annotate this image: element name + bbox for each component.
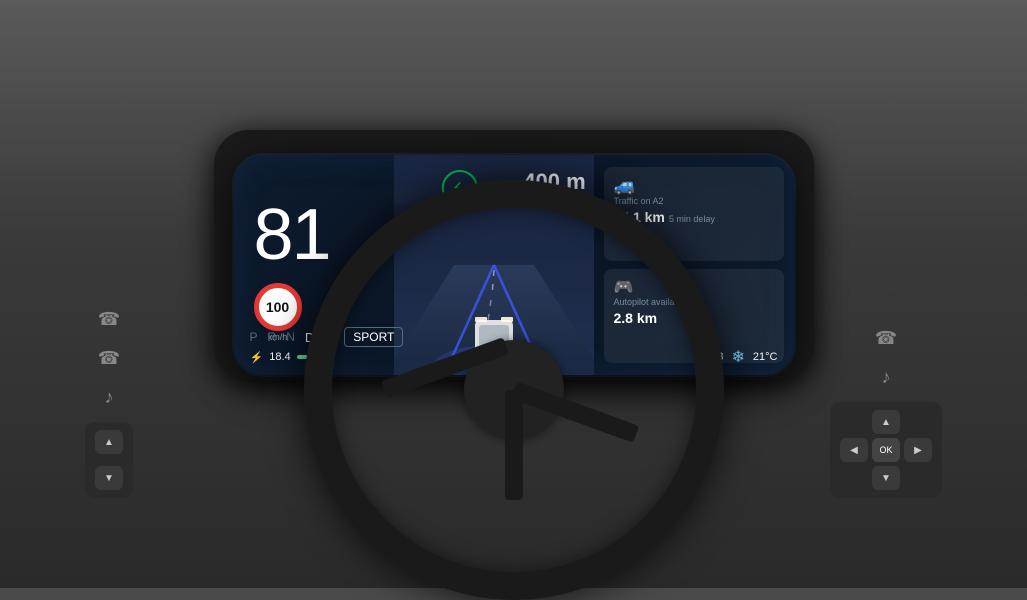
mode-N: N	[286, 330, 295, 344]
left-down-button[interactable]: ▼	[95, 466, 123, 490]
left-icon-3[interactable]: ♪	[105, 387, 114, 408]
right-right-button[interactable]: ▶	[904, 438, 932, 462]
traffic-delay: 5 min delay	[669, 214, 715, 224]
spoke-left	[380, 337, 508, 398]
snowflake-icon: ❄	[732, 347, 745, 367]
right-control-pad: ▲ ◀ OK ▶ ▼	[830, 402, 942, 498]
right-left-button[interactable]: ◀	[840, 438, 868, 462]
right-down-button[interactable]: ▼	[872, 466, 900, 490]
traffic-card-title: Traffic on A2	[614, 196, 774, 206]
spoke-right	[510, 382, 638, 443]
steering-wheel	[304, 180, 724, 600]
battery-icon: ⚡	[250, 351, 264, 364]
right-icon-2[interactable]: ♪	[882, 367, 891, 388]
traffic-icon: 🚙	[614, 175, 774, 196]
right-icon-1[interactable]: ☎	[875, 328, 897, 349]
speed-limit-sign: 100 km/h	[254, 283, 302, 331]
right-up-button[interactable]: ▲	[872, 410, 900, 434]
left-up-button[interactable]: ▲	[95, 430, 123, 454]
temperature-display: 21°C	[753, 351, 778, 363]
speed-limit-value: 100	[266, 299, 289, 315]
ok-button[interactable]: OK	[872, 438, 900, 462]
left-controls: ☎ ☎ ♪ ▲ ▼	[85, 305, 133, 498]
left-icon-1[interactable]: ☎	[98, 309, 120, 330]
left-control-pad: ▲ ▼	[85, 422, 133, 498]
right-controls: ☎ ♪ ▲ ◀ OK ▶ ▼	[830, 324, 942, 498]
mode-R: R	[268, 330, 277, 344]
left-icon-2[interactable]: ☎	[98, 348, 120, 369]
battery-value: 18.4	[269, 351, 290, 363]
mode-P: P	[250, 330, 258, 344]
spoke-bottom	[505, 390, 523, 500]
